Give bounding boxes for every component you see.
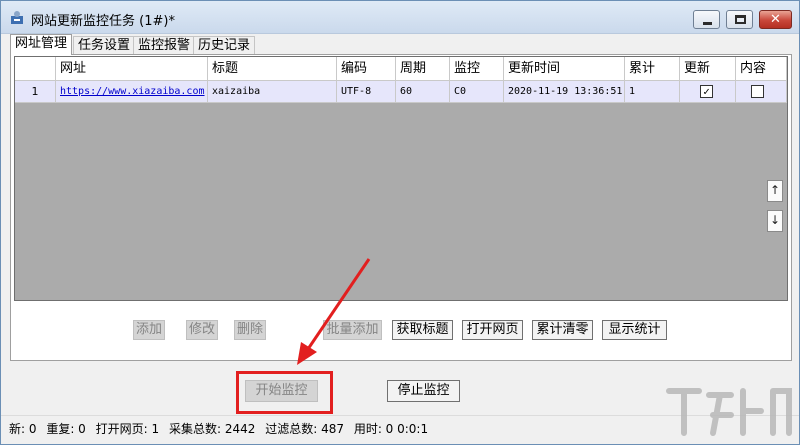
header-index — [15, 57, 56, 81]
url-grid[interactable]: 网址 标题 编码 周期 监控 更新时间 累计 更新 内容 1 https://w… — [14, 56, 788, 301]
status-repeat: 重复: 0 — [46, 422, 86, 436]
status-elapsed-time: 用时: 0 0:0:1 — [353, 422, 429, 436]
app-icon — [11, 11, 23, 24]
status-new: 新: 0 — [9, 422, 37, 436]
arrow-down-icon: ↓ — [769, 213, 781, 227]
add-button[interactable]: 添加 — [133, 320, 165, 340]
row-update-time[interactable]: 2020-11-19 13:36:51 — [504, 81, 625, 103]
close-icon: ✕ — [770, 12, 781, 27]
window-title: 网站更新监控任务 (1#)* — [31, 14, 175, 29]
header-content[interactable]: 内容 — [736, 57, 787, 81]
content-checkbox[interactable] — [751, 85, 764, 98]
url-management-panel: 网址 标题 编码 周期 监控 更新时间 累计 更新 内容 1 https://w… — [10, 54, 792, 361]
header-title[interactable]: 标题 — [208, 57, 337, 81]
header-total[interactable]: 累计 — [625, 57, 680, 81]
header-encoding[interactable]: 编码 — [337, 57, 396, 81]
tab-history[interactable]: 历史记录 — [193, 36, 256, 54]
minimize-button[interactable] — [693, 10, 720, 29]
status-collected-total: 采集总数: 2442 — [168, 422, 256, 436]
header-monitor[interactable]: 监控 — [450, 57, 504, 81]
header-updated[interactable]: 更新 — [680, 57, 736, 81]
move-up-button[interactable]: ↑ — [767, 180, 783, 202]
table-row[interactable]: 1 https://www.xiazaiba.com xaizaiba UTF-… — [15, 81, 787, 103]
header-update-time[interactable]: 更新时间 — [504, 57, 625, 81]
row-content-cell[interactable] — [736, 81, 787, 103]
delete-button[interactable]: 删除 — [234, 320, 266, 340]
row-monitor[interactable]: C0 — [450, 81, 504, 103]
maximize-button[interactable] — [726, 10, 753, 29]
tab-task-settings[interactable]: 任务设置 — [73, 36, 136, 54]
close-button[interactable]: ✕ — [759, 10, 792, 29]
tab-url-management[interactable]: 网址管理 — [10, 34, 73, 55]
updated-checkbox[interactable]: ✓ — [700, 85, 713, 98]
row-updated-cell[interactable]: ✓ — [680, 81, 736, 103]
status-bar: 新: 0 重复: 0 打开网页: 1 采集总数: 2442 过滤总数: 487 … — [1, 415, 799, 444]
minimize-icon — [703, 22, 712, 25]
arrow-up-icon: ↑ — [769, 183, 781, 197]
row-period[interactable]: 60 — [396, 81, 450, 103]
row-title[interactable]: xaizaiba — [208, 81, 337, 103]
get-title-button[interactable]: 获取标题 — [392, 320, 453, 340]
grid-header: 网址 标题 编码 周期 监控 更新时间 累计 更新 内容 — [15, 57, 787, 81]
row-encoding[interactable]: UTF-8 — [337, 81, 396, 103]
header-period[interactable]: 周期 — [396, 57, 450, 81]
row-index: 1 — [15, 81, 56, 103]
title-bar[interactable]: 网站更新监控任务 (1#)* ✕ — [1, 1, 799, 34]
status-filtered-total: 过滤总数: 487 — [265, 422, 344, 436]
app-window: 网站更新监控任务 (1#)* ✕ 网址管理 任务设置 监控报警 历史记录 网址 … — [0, 0, 800, 445]
stop-monitor-button[interactable]: 停止监控 — [387, 380, 460, 402]
edit-button[interactable]: 修改 — [186, 320, 218, 340]
batch-add-button[interactable]: 批量添加 — [323, 320, 382, 340]
row-url-link[interactable]: https://www.xiazaiba.com — [56, 81, 208, 103]
show-stats-button[interactable]: 显示统计 — [602, 320, 667, 340]
clear-total-button[interactable]: 累计清零 — [532, 320, 593, 340]
maximize-icon — [735, 15, 746, 24]
open-page-button[interactable]: 打开网页 — [462, 320, 523, 340]
row-total[interactable]: 1 — [625, 81, 680, 103]
header-url[interactable]: 网址 — [56, 57, 208, 81]
tab-monitor-alarm[interactable]: 监控报警 — [133, 36, 196, 54]
status-opened-pages: 打开网页: 1 — [95, 422, 160, 436]
move-down-button[interactable]: ↓ — [767, 210, 783, 232]
annotation-highlight-box — [236, 371, 333, 414]
